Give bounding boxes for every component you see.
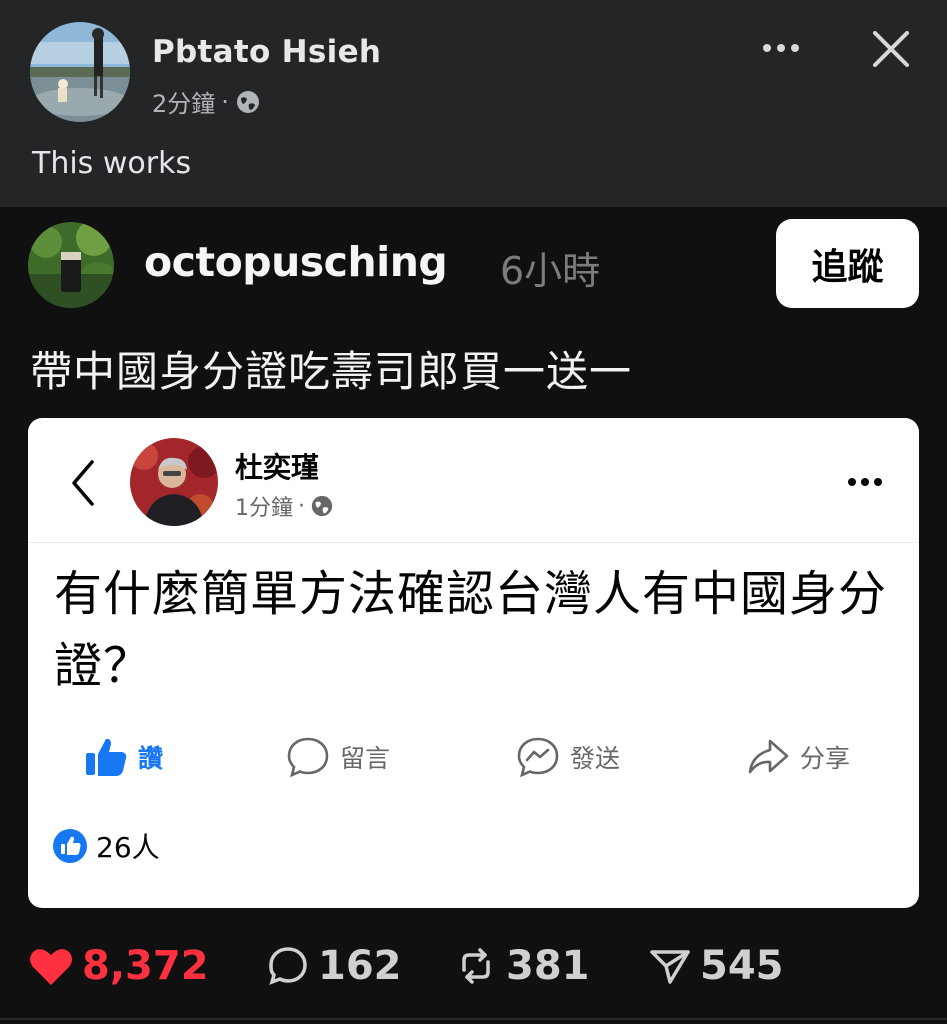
likes-count: 26人: [96, 831, 160, 864]
meta-separator: ·: [298, 493, 305, 519]
avatar-portrait-image: [130, 438, 218, 526]
globe-icon: [236, 90, 259, 113]
embedded-post-card: 杜奕瑾 1分鐘 · 有什麼簡單方法確認台灣人有中國身分證？ 讚 留言 發送 分享…: [28, 418, 919, 908]
shares-count: 545: [700, 943, 784, 989]
comment-button[interactable]: 留言: [286, 730, 390, 784]
follow-button[interactable]: 追蹤: [776, 219, 919, 308]
more-horizontal-icon: [763, 44, 799, 52]
back-button[interactable]: [68, 458, 98, 508]
comment-label: 留言: [340, 744, 391, 773]
threads-share-button[interactable]: 545: [648, 938, 784, 994]
send-label: 發送: [570, 744, 621, 773]
threads-post-text: 帶中國身分證吃壽司郎買一送一: [30, 347, 633, 396]
more-horizontal-icon: [848, 478, 882, 486]
send-icon: [650, 950, 690, 984]
embedded-post-meta: 1分鐘 ·: [235, 490, 334, 522]
threads-like-button[interactable]: 8,372: [28, 938, 209, 994]
chevron-left-icon: [72, 460, 94, 506]
threads-comment-button[interactable]: 162: [266, 938, 402, 994]
embedded-author-avatar[interactable]: [130, 438, 218, 526]
reposts-count: 381: [506, 943, 590, 989]
close-icon: [873, 31, 909, 67]
avatar-drink-image: [28, 222, 114, 308]
comments-count: 162: [318, 943, 402, 989]
comment-icon: [269, 947, 307, 985]
divider: [0, 1018, 947, 1020]
post-caption: This works: [32, 146, 192, 181]
likes-count: 8,372: [82, 943, 209, 989]
like-button[interactable]: 讚: [84, 730, 163, 784]
thumbs-up-icon: [86, 738, 127, 776]
repost-icon: [462, 948, 490, 984]
threads-stats-bar: 8,372 162 381 545: [0, 938, 947, 994]
post-meta: 2分鐘 ·: [152, 84, 261, 119]
divider: [28, 542, 919, 543]
threads-avatar[interactable]: [28, 222, 114, 308]
more-options-button[interactable]: [757, 30, 807, 66]
facebook-post-header: Pbtato Hsieh 2分鐘 · This works: [0, 0, 947, 207]
globe-icon: [311, 495, 333, 517]
reactions-summary[interactable]: 26人: [52, 826, 160, 866]
post-time[interactable]: 2分鐘: [152, 84, 215, 119]
threads-time: 6小時: [500, 249, 601, 293]
meta-separator: ·: [221, 87, 229, 116]
share-button[interactable]: 分享: [746, 730, 850, 784]
avatar-beach-image: [30, 22, 130, 122]
embedded-author-name[interactable]: 杜奕瑾: [235, 446, 319, 486]
embedded-post-time[interactable]: 1分鐘: [235, 490, 293, 522]
threads-repost-button[interactable]: 381: [454, 938, 590, 994]
share-icon: [748, 739, 789, 774]
heart-icon: [30, 949, 72, 985]
like-label: 讚: [138, 744, 164, 773]
send-button[interactable]: 發送: [516, 730, 620, 784]
author-avatar[interactable]: [30, 22, 130, 122]
close-button[interactable]: [866, 24, 916, 74]
action-bar: 讚 留言 發送 分享: [28, 730, 919, 784]
messenger-icon: [517, 737, 559, 778]
threads-username[interactable]: octopusching: [144, 238, 448, 286]
embedded-more-button[interactable]: [842, 470, 888, 494]
like-reaction-icon: [53, 829, 87, 863]
share-label: 分享: [800, 744, 851, 773]
author-name[interactable]: Pbtato Hsieh: [152, 34, 381, 70]
comment-icon: [287, 737, 329, 778]
embedded-post-text: 有什麼簡單方法確認台灣人有中國身分證？: [54, 566, 888, 694]
